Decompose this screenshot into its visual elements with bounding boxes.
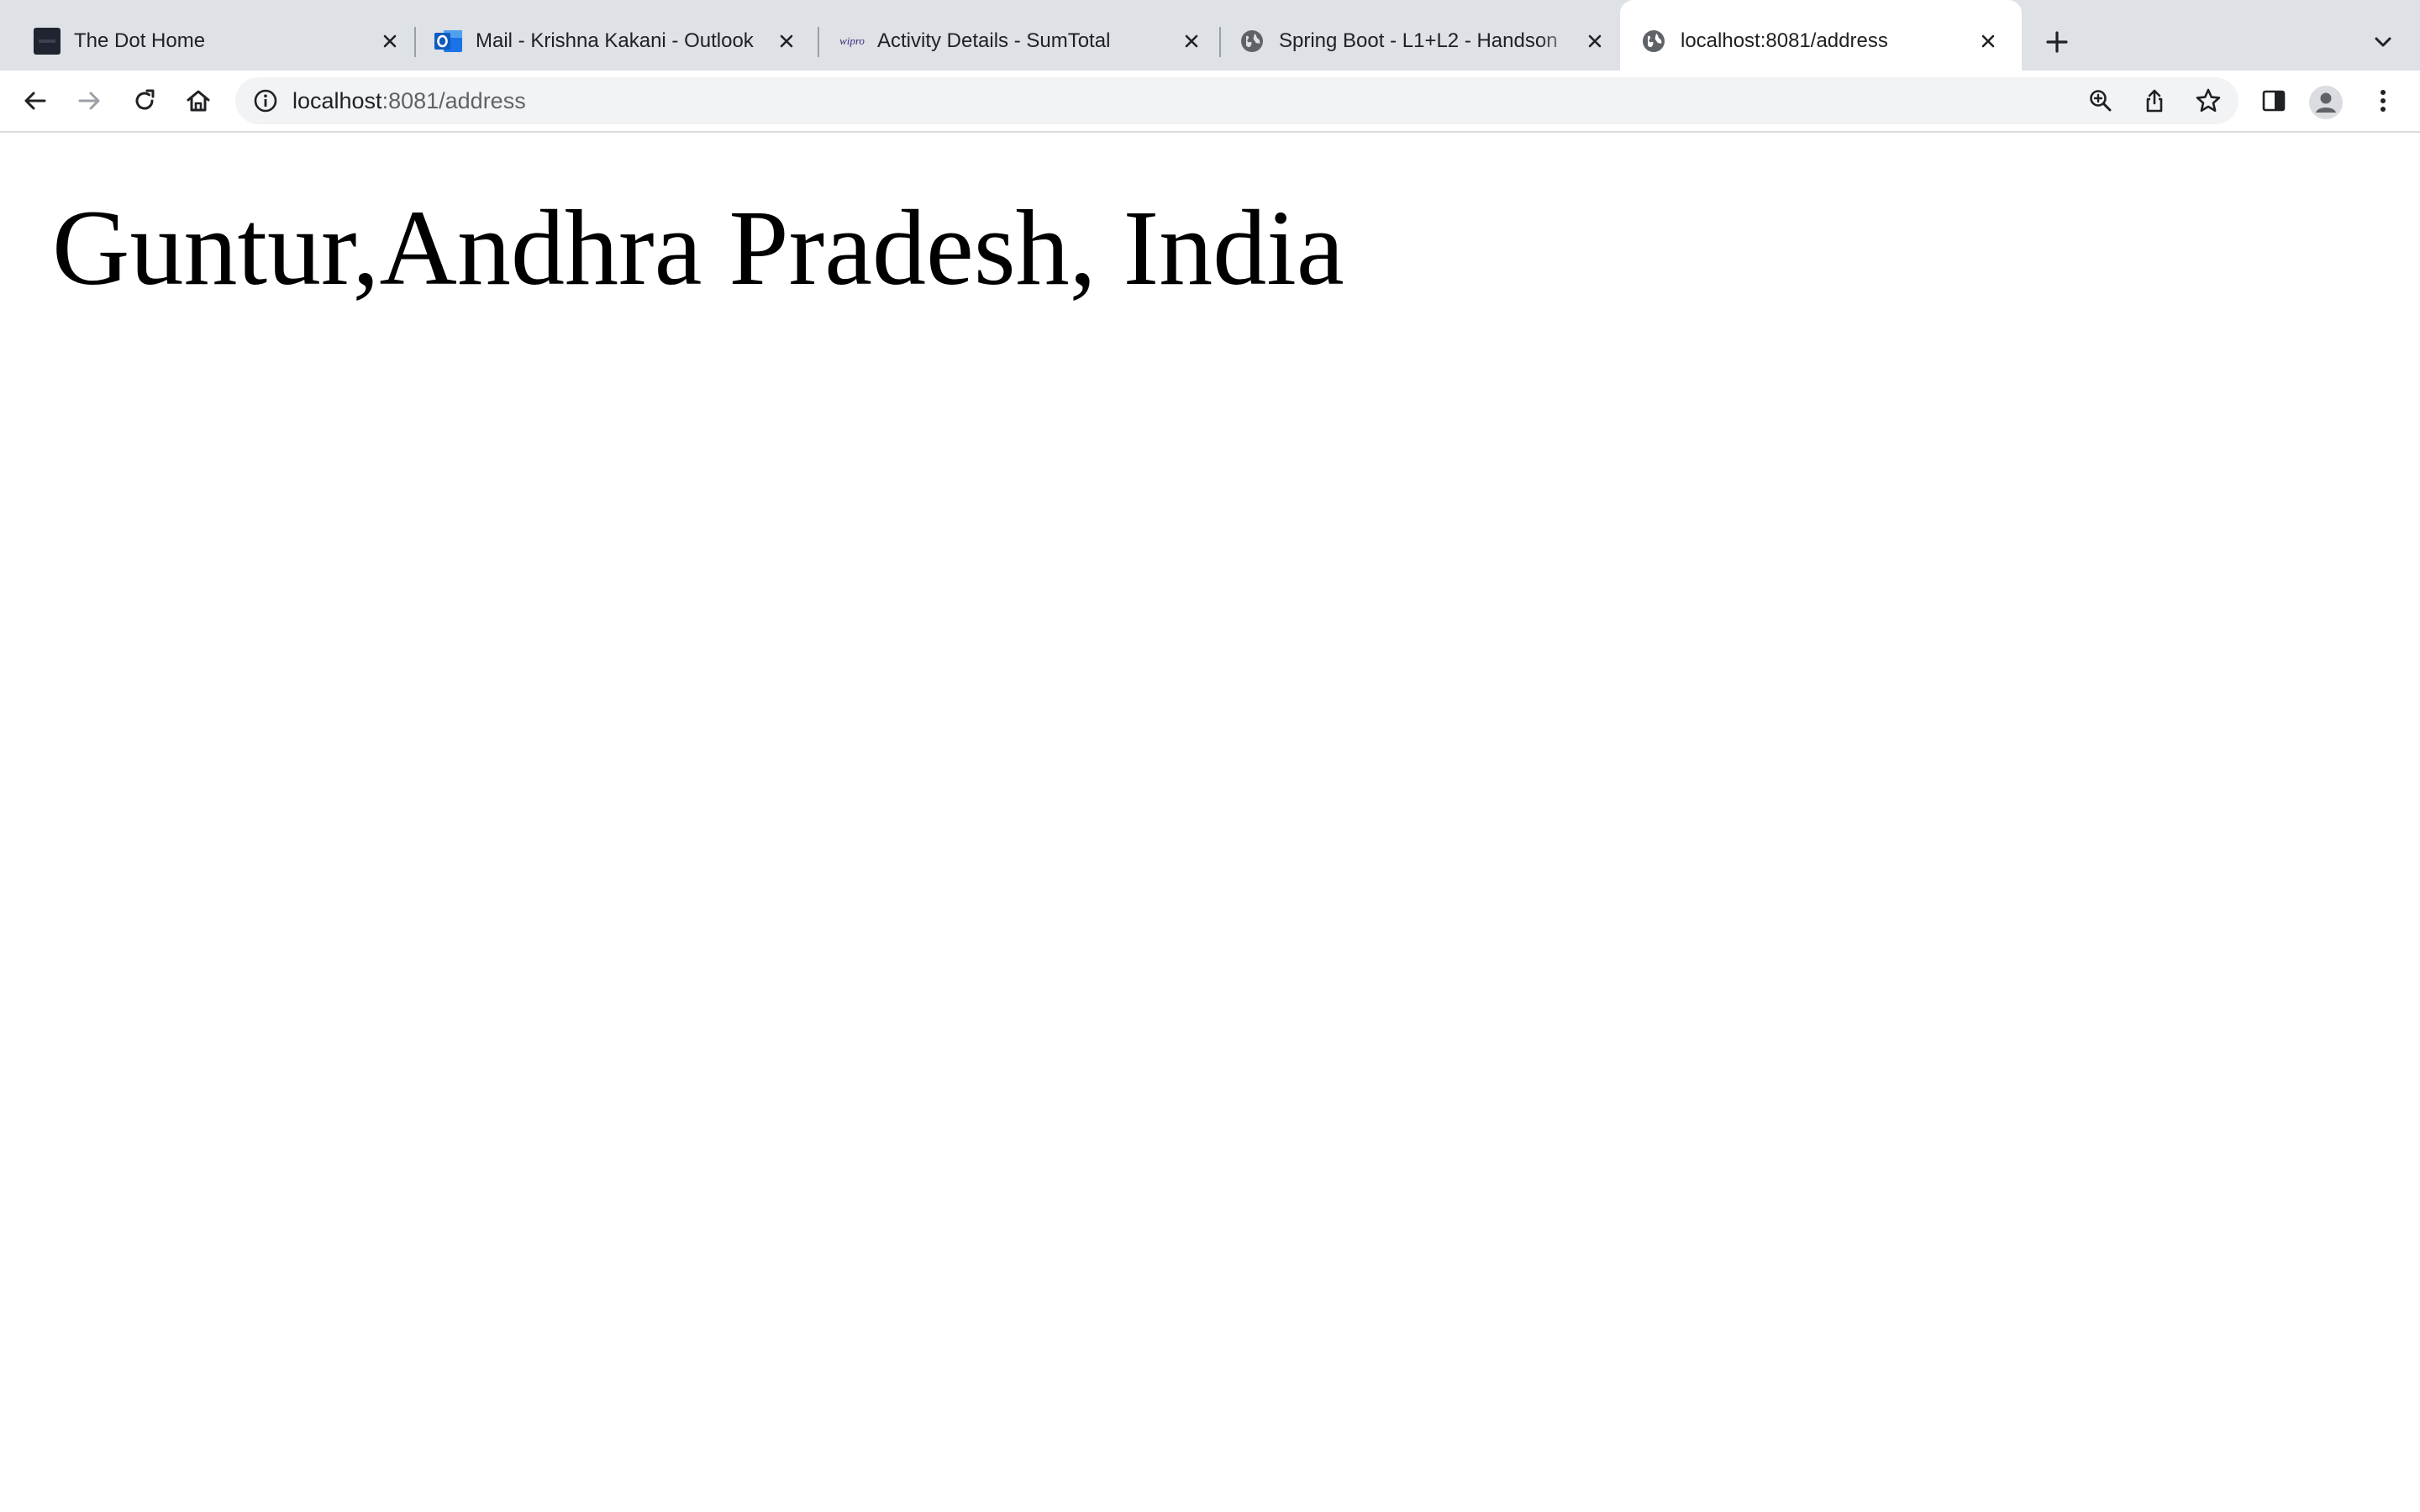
side-panel-button[interactable] <box>2255 82 2292 119</box>
profile-icon <box>2309 86 2343 119</box>
wipro-favicon: wipro <box>837 28 867 55</box>
close-icon[interactable] <box>1180 29 1203 53</box>
svg-text:wipro: wipro <box>839 34 865 47</box>
tab-title: Mail - Krishna Kakani - Outlook <box>476 29 754 52</box>
url-host: localhost <box>292 88 382 113</box>
tab-strip: The Dot Home Mail - Krishna Kakani - Out… <box>0 0 2420 71</box>
close-icon[interactable] <box>775 29 798 53</box>
avatar[interactable] <box>2309 86 2343 119</box>
side-panel-icon <box>2262 90 2286 112</box>
tab-separator <box>1219 27 1221 57</box>
share-icon[interactable] <box>2138 84 2171 118</box>
tab-separator <box>414 27 416 57</box>
url-text[interactable]: localhost:8081/address <box>292 87 526 115</box>
plus-icon <box>2046 31 2068 53</box>
tab-spring-boot[interactable]: Spring Boot - L1+L2 - Handson <box>1222 0 1620 71</box>
tab-title: Spring Boot - L1+L2 - Handson <box>1279 29 1558 52</box>
address-bar[interactable]: localhost:8081/address <box>235 77 2238 124</box>
tab-title: The Dot Home <box>74 29 206 52</box>
tab-outlook-mail[interactable]: Mail - Krishna Kakani - Outlook <box>417 0 817 71</box>
outlook-favicon <box>434 27 464 55</box>
home-button[interactable] <box>180 82 217 119</box>
back-button[interactable] <box>17 82 54 119</box>
arrow-right-icon <box>78 92 100 110</box>
arrow-left-icon <box>24 92 46 110</box>
close-icon[interactable] <box>1583 29 1607 53</box>
globe-icon <box>1640 28 1667 55</box>
new-tab-button[interactable] <box>2040 25 2074 59</box>
info-icon[interactable] <box>252 87 279 114</box>
forward-button[interactable] <box>71 82 108 119</box>
more-vert-icon <box>2381 90 2386 112</box>
tab-the-dot-home[interactable]: The Dot Home <box>0 0 413 71</box>
menu-button[interactable] <box>2365 82 2402 119</box>
browser-toolbar: localhost:8081/address <box>0 71 2420 133</box>
tab-separator <box>818 27 819 57</box>
home-icon <box>187 90 210 112</box>
reload-button[interactable] <box>126 82 163 119</box>
tab-localhost-address[interactable]: localhost:8081/address <box>1620 0 2022 71</box>
close-icon[interactable] <box>378 29 402 53</box>
tab-sumtotal-activity[interactable]: wipro Activity Details - SumTotal <box>820 0 1220 71</box>
chevron-down-icon <box>2375 37 2391 47</box>
reload-icon <box>135 89 155 110</box>
tab-search-button[interactable] <box>2368 27 2398 57</box>
globe-icon <box>1239 28 1265 55</box>
the-dot-favicon <box>34 28 60 55</box>
tab-title: Activity Details - SumTotal <box>877 29 1111 52</box>
zoom-icon[interactable] <box>2084 84 2118 118</box>
url-path: :8081/address <box>381 88 526 113</box>
page-heading: Guntur,Andhra Pradesh, India <box>52 188 1344 307</box>
close-icon[interactable] <box>1976 29 2000 53</box>
page-content: Guntur,Andhra Pradesh, India <box>0 133 2420 1512</box>
bookmark-star-icon[interactable] <box>2191 84 2225 118</box>
tab-title: localhost:8081/address <box>1681 29 1888 52</box>
